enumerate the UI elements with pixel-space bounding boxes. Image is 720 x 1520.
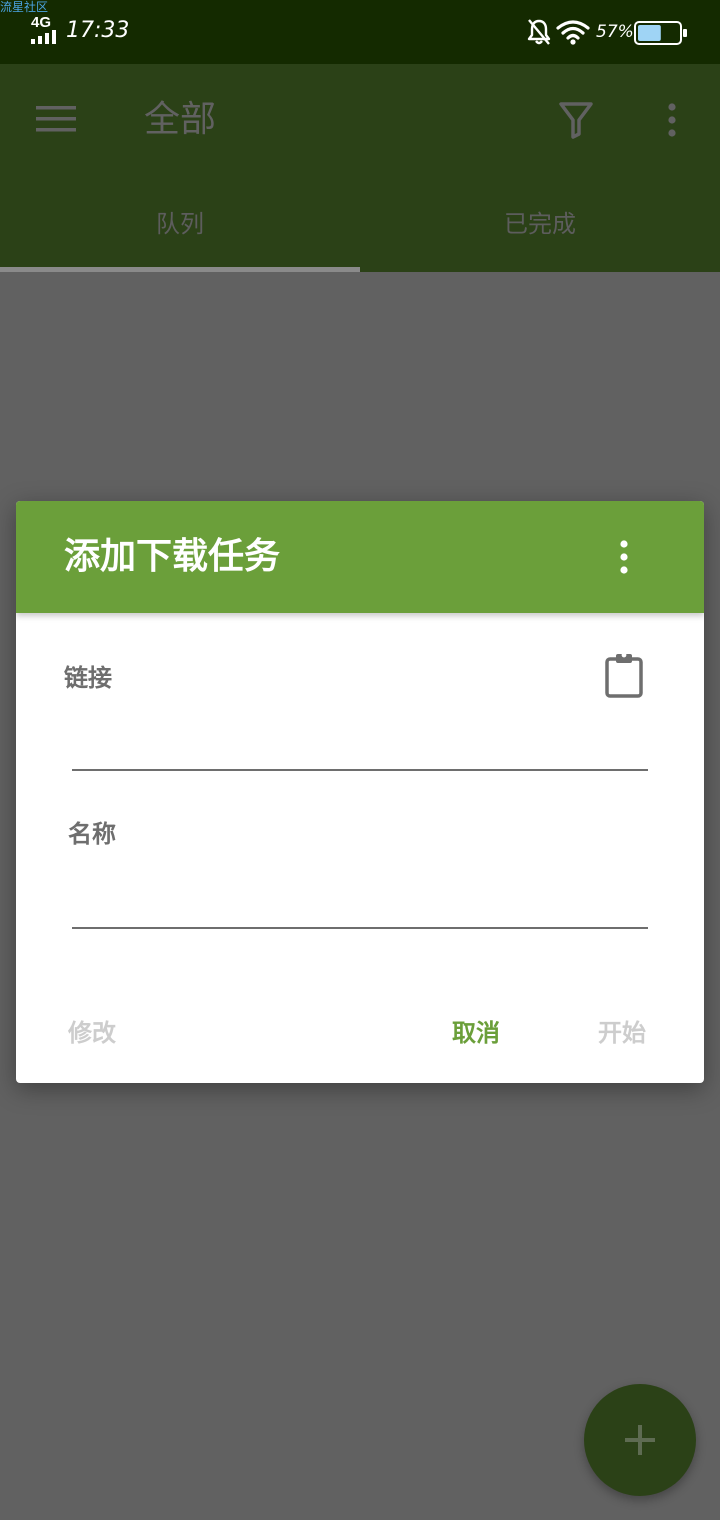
bell-off-icon: [527, 19, 551, 45]
dialog-title: 添加下载任务: [64, 535, 281, 577]
more-vert-icon[interactable]: [614, 539, 634, 575]
tab-indicator: [0, 267, 360, 272]
filter-icon[interactable]: [558, 100, 594, 140]
clipboard-icon[interactable]: [604, 651, 644, 699]
plus-icon: [625, 1425, 655, 1455]
tab-completed[interactable]: 已完成: [360, 176, 720, 272]
battery-percent: 57%: [596, 22, 634, 42]
name-label: 名称: [68, 819, 116, 848]
modify-button[interactable]: 修改: [68, 1011, 116, 1055]
network-type: 4G: [31, 14, 52, 31]
add-fab-button[interactable]: [584, 1384, 696, 1496]
signal-icon: [31, 30, 56, 44]
watermark-text: 流星社区: [0, 0, 49, 14]
wifi-icon: [556, 20, 590, 45]
page-title: 全部: [144, 99, 217, 140]
link-input[interactable]: [72, 729, 648, 771]
cancel-button[interactable]: 取消: [452, 1011, 500, 1055]
start-button[interactable]: 开始: [598, 1011, 646, 1055]
menu-icon[interactable]: [36, 104, 76, 134]
battery-icon: [634, 21, 687, 45]
tab-queue[interactable]: 队列: [0, 176, 360, 272]
more-vert-icon[interactable]: [660, 102, 684, 138]
add-download-dialog: 添加下载任务 链接 名称 修改 取消 开始: [16, 501, 704, 1083]
link-label: 链接: [64, 663, 112, 692]
status-time: 17:33: [66, 18, 130, 43]
dialog-header: 添加下载任务: [16, 501, 704, 613]
name-input[interactable]: [72, 887, 648, 929]
status-bar: 流星社区 4G 17:33 57%: [0, 0, 720, 64]
